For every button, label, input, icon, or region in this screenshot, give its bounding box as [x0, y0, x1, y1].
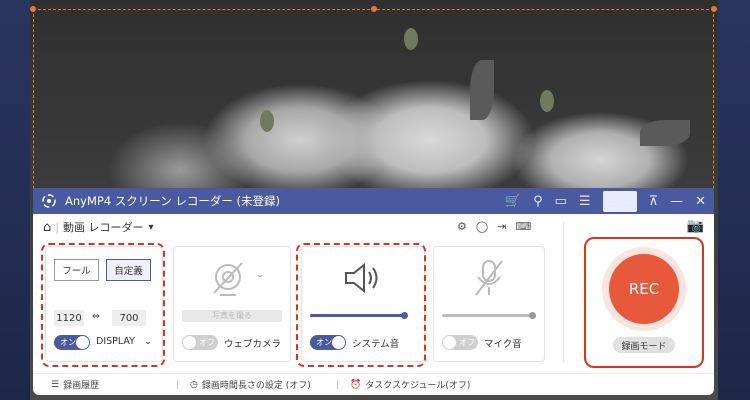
microphone-panel: オフ マイク音 [433, 246, 545, 362]
minimize-icon[interactable]: — [670, 194, 683, 209]
history-label: 録画履歴 [63, 381, 100, 391]
webcam-panel: ⌄ 写真を撮る オフ ウェブカメラ [173, 246, 291, 362]
export-icon[interactable]: ⇥ [497, 220, 506, 233]
toggle-knob [443, 336, 456, 349]
desktop-edge-right [718, 0, 750, 400]
separator: | [176, 379, 180, 390]
mic-label: マイク音 [484, 339, 522, 350]
toggle-text: オフ [199, 338, 215, 347]
duration-label: 録画時間長さの設定 (オフ) [201, 381, 311, 391]
footer-bar: ☰ 録画履歴 | ◷ 録画時間長さの設定 (オフ) | ⏰ タスクスケジュール(… [33, 373, 714, 395]
highlight-record-area [584, 237, 704, 368]
desktop-edge-left [0, 0, 30, 400]
duration-setting-link[interactable]: ◷ 録画時間長さの設定 (オフ) [190, 378, 311, 392]
history-link[interactable]: ☰ 録画履歴 [51, 378, 100, 392]
menu-icon[interactable]: ☰ [579, 194, 591, 209]
mic-volume-slider[interactable] [442, 314, 532, 317]
clock-icon: ◷ [190, 379, 198, 390]
key-icon[interactable]: ⚲ [533, 194, 543, 209]
highlight-display-panel [41, 243, 165, 367]
task-schedule-link[interactable]: ⏰ タスクスケジュール(オフ) [350, 378, 471, 392]
resize-handle[interactable] [711, 6, 717, 12]
chat-icon[interactable]: ▭ [555, 194, 567, 209]
mouse-icon[interactable]: ◯ [476, 220, 488, 233]
screenshot-camera-icon[interactable]: 📷 [687, 218, 704, 234]
mini-mode-button[interactable]: ミニ [602, 190, 637, 212]
pin-icon[interactable]: ⊼ [649, 194, 659, 209]
title-bar: AnyMP4 スクリーン レコーダー (未登録) 🛒 ⚲ ▭ ☰ ミニ ⊼ — … [33, 188, 714, 214]
webcam-disabled-icon [213, 262, 243, 296]
cart-icon[interactable]: 🛒 [505, 194, 521, 209]
resize-handle[interactable] [30, 6, 36, 12]
webcam-label: ウェブカメラ [224, 339, 282, 350]
mic-volume-knob[interactable] [529, 312, 536, 319]
resize-handle[interactable] [371, 6, 377, 12]
hotkey-icon[interactable]: ⌨ [515, 220, 531, 233]
mic-toggle[interactable]: オフ [442, 335, 478, 350]
capture-photo-button: 写真を撮る [182, 310, 282, 322]
capture-region[interactable] [30, 6, 717, 209]
microphone-disabled-icon[interactable] [472, 257, 506, 299]
schedule-label: タスクスケジュール(オフ) [365, 381, 471, 391]
settings-icon[interactable]: ⚙ [457, 220, 467, 233]
separator: | [336, 379, 340, 390]
highlight-system-audio-panel [296, 243, 426, 367]
chevron-down-icon: ⌄ [256, 269, 264, 280]
divider [563, 222, 564, 362]
alarm-clock-icon: ⏰ [350, 379, 362, 390]
close-icon[interactable]: ✕ [695, 194, 706, 209]
webcam-toggle[interactable]: オフ [182, 335, 218, 350]
separator: | [55, 220, 59, 234]
window-title: AnyMP4 スクリーン レコーダー (未登録) [65, 194, 280, 208]
chevron-down-icon[interactable]: ▾ [148, 222, 153, 233]
toggle-text: オフ [459, 338, 475, 347]
home-icon[interactable]: ⌂ [43, 220, 51, 235]
list-icon: ☰ [51, 379, 60, 390]
mode-selector[interactable]: 動画 レコーダー [63, 219, 144, 235]
toggle-knob [183, 336, 196, 349]
app-logo-icon [42, 194, 56, 208]
